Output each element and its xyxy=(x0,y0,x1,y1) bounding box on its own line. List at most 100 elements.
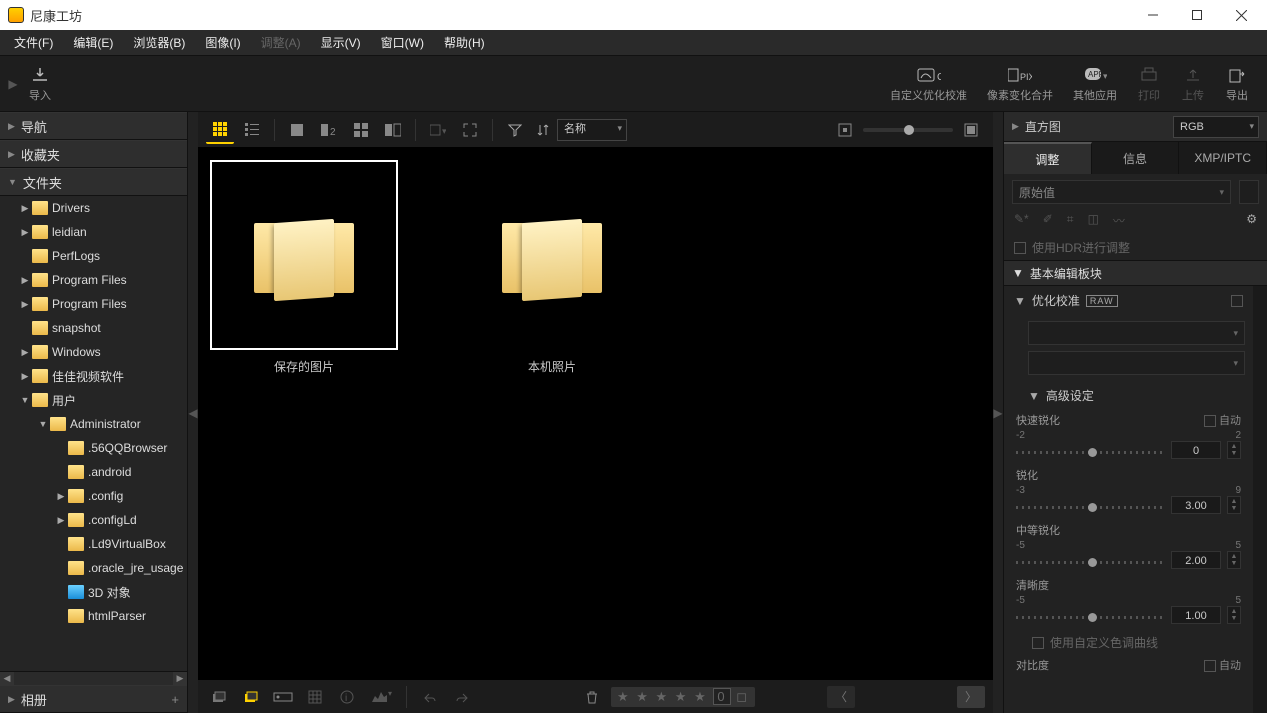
menu-display[interactable]: 显示(V) xyxy=(313,31,369,54)
view-grid-button[interactable] xyxy=(206,116,234,144)
crop-icon[interactable]: ⌗ xyxy=(1067,212,1074,229)
straighten-icon[interactable]: ◫ xyxy=(1088,212,1099,229)
basic-editor-header[interactable]: ▼基本编辑板块 xyxy=(1004,260,1267,286)
tree-item[interactable]: ▶佳佳视频软件 xyxy=(0,364,187,388)
view-compare4-button[interactable] xyxy=(347,116,375,144)
eyedropper-icon[interactable]: ✎* xyxy=(1014,212,1029,229)
zoom-slider[interactable] xyxy=(863,128,953,132)
slider-quick_sharpen[interactable]: 快速锐化 自动-220▲▼ xyxy=(1004,410,1253,465)
tree-item[interactable]: ▶leidian xyxy=(0,220,187,244)
sort-dir-button[interactable] xyxy=(533,116,553,144)
tab-info[interactable]: 信息 xyxy=(1092,142,1180,174)
custom-calibration-button[interactable]: C▾ 自定义优化校准 xyxy=(880,61,977,107)
opt-cal-checkbox[interactable] xyxy=(1231,295,1243,307)
tree-item[interactable]: .oracle_jre_usage xyxy=(0,556,187,580)
grid-icon[interactable] xyxy=(302,686,328,708)
advanced-header[interactable]: ▼高级设定 xyxy=(1004,381,1253,410)
pixel-merge-button[interactable]: PIXEL 像素变化合并 xyxy=(977,61,1063,107)
left-splitter[interactable]: ◀ xyxy=(188,112,198,713)
aspect-icon[interactable] xyxy=(270,686,296,708)
fullscreen-button[interactable] xyxy=(456,116,484,144)
opt-cal-header[interactable]: ▼优化校准 RAW xyxy=(1004,286,1253,315)
undo-icon[interactable] xyxy=(417,686,443,708)
panel-collapse-left[interactable]: ▶ xyxy=(8,77,18,91)
tree-item[interactable]: .56QQBrowser xyxy=(0,436,187,460)
menu-browser[interactable]: 浏览器(B) xyxy=(125,31,193,54)
menu-help[interactable]: 帮助(H) xyxy=(436,31,493,54)
layout-toggle-button[interactable]: ▾ xyxy=(424,116,452,144)
album-section-header[interactable]: ▶相册+ xyxy=(0,685,187,713)
tree-item[interactable]: htmlParser xyxy=(0,604,187,628)
menu-image[interactable]: 图像(I) xyxy=(197,31,248,54)
hdr-checkbox-row[interactable]: 使用HDR进行调整 xyxy=(1004,235,1267,260)
tree-item[interactable]: .android xyxy=(0,460,187,484)
tree-item[interactable]: ▶Drivers xyxy=(0,196,187,220)
rating-stars[interactable]: ★ ★ ★ ★ ★ 0 ◻ xyxy=(611,687,755,707)
left-panel: ▶导航 ▶收藏夹 ▼文件夹 ▶Drivers▶leidianPerfLogs▶P… xyxy=(0,112,188,713)
folders-section-header[interactable]: ▼文件夹 xyxy=(0,168,187,196)
tree-item[interactable]: ▶Program Files xyxy=(0,292,187,316)
right-scrollbar[interactable] xyxy=(1253,286,1267,713)
minimize-button[interactable] xyxy=(1131,0,1175,30)
tree-item[interactable]: 3D 对象 xyxy=(0,580,187,604)
slider-mid_sharpen[interactable]: 中等锐化-552.00▲▼ xyxy=(1004,520,1253,575)
slider-sharpen[interactable]: 锐化-393.00▲▼ xyxy=(1004,465,1253,520)
tree-item[interactable]: ▼用户 xyxy=(0,388,187,412)
tree-h-scrollbar[interactable]: ◀▶ xyxy=(0,671,187,685)
folder-thumb[interactable]: 本机照片 xyxy=(458,160,646,375)
trash-icon[interactable] xyxy=(579,686,605,708)
stack-single-icon[interactable] xyxy=(206,686,232,708)
close-button[interactable] xyxy=(1219,0,1263,30)
tree-item[interactable]: snapshot xyxy=(0,316,187,340)
stack-multi-icon[interactable] xyxy=(238,686,264,708)
opt-cal-select-2[interactable] xyxy=(1028,351,1245,375)
curve-icon[interactable]: 〰 xyxy=(1113,212,1125,229)
view-before-after-button[interactable] xyxy=(379,116,407,144)
custom-curve-checkbox-row[interactable]: 使用自定义色调曲线 xyxy=(1004,630,1253,655)
sort-select[interactable]: 名称 xyxy=(557,119,627,141)
upload-button[interactable]: 上传 xyxy=(1171,61,1215,107)
export-button[interactable]: 导出 xyxy=(1215,61,1259,107)
tab-adjust[interactable]: 调整 xyxy=(1004,142,1092,174)
preset-checkbox[interactable] xyxy=(1239,180,1259,204)
tree-item[interactable]: ▶Program Files xyxy=(0,268,187,292)
other-apps-button[interactable]: APP▾ 其他应用 xyxy=(1063,61,1127,107)
favorites-section-header[interactable]: ▶收藏夹 xyxy=(0,140,187,168)
filter-button[interactable] xyxy=(501,116,529,144)
view-compare2-button[interactable]: 2 xyxy=(315,116,343,144)
brush-icon[interactable]: ✐ xyxy=(1043,212,1053,229)
view-single-button[interactable] xyxy=(283,116,311,144)
next-button[interactable]: 〉 xyxy=(957,686,985,708)
zoom-small-button[interactable] xyxy=(831,116,859,144)
titlebar: 尼康工坊 xyxy=(0,0,1267,30)
menu-window[interactable]: 窗口(W) xyxy=(373,31,432,54)
maximize-button[interactable] xyxy=(1175,0,1219,30)
redo-icon[interactable] xyxy=(449,686,475,708)
view-list-button[interactable] xyxy=(238,116,266,144)
tree-item[interactable]: ▶.config xyxy=(0,484,187,508)
tab-xmp[interactable]: XMP/IPTC xyxy=(1179,142,1267,174)
right-splitter[interactable]: ▶ xyxy=(993,112,1003,713)
import-button[interactable]: 导入 xyxy=(18,61,62,107)
histogram-icon[interactable]: ▾ xyxy=(366,686,396,708)
folder-thumb[interactable]: 保存的图片 xyxy=(210,160,398,375)
tree-item[interactable]: ▼Administrator xyxy=(0,412,187,436)
tree-item[interactable]: PerfLogs xyxy=(0,244,187,268)
opt-cal-select-1[interactable] xyxy=(1028,321,1245,345)
nav-section-header[interactable]: ▶导航 xyxy=(0,112,187,140)
info-icon[interactable]: i xyxy=(334,686,360,708)
tree-item[interactable]: ▶Windows xyxy=(0,340,187,364)
tree-item[interactable]: ▶.configLd xyxy=(0,508,187,532)
tree-item[interactable]: .Ld9VirtualBox xyxy=(0,532,187,556)
preset-select[interactable]: 原始值 xyxy=(1012,180,1231,204)
menu-file[interactable]: 文件(F) xyxy=(6,31,61,54)
menu-edit[interactable]: 编辑(E) xyxy=(65,31,121,54)
histogram-header[interactable]: ▶直方图 RGB xyxy=(1004,112,1267,142)
zoom-large-button[interactable] xyxy=(957,116,985,144)
top-toolbar: ▶ 导入 C▾ 自定义优化校准 PIXEL 像素变化合并 APP▾ 其他应用 打… xyxy=(0,56,1267,112)
colorspace-select[interactable]: RGB xyxy=(1173,116,1259,138)
slider-clarity[interactable]: 清晰度-551.00▲▼ xyxy=(1004,575,1253,630)
print-button[interactable]: 打印 xyxy=(1127,61,1171,107)
gear-icon[interactable]: ⚙ xyxy=(1246,212,1257,229)
prev-button[interactable]: 〈 xyxy=(827,686,855,708)
